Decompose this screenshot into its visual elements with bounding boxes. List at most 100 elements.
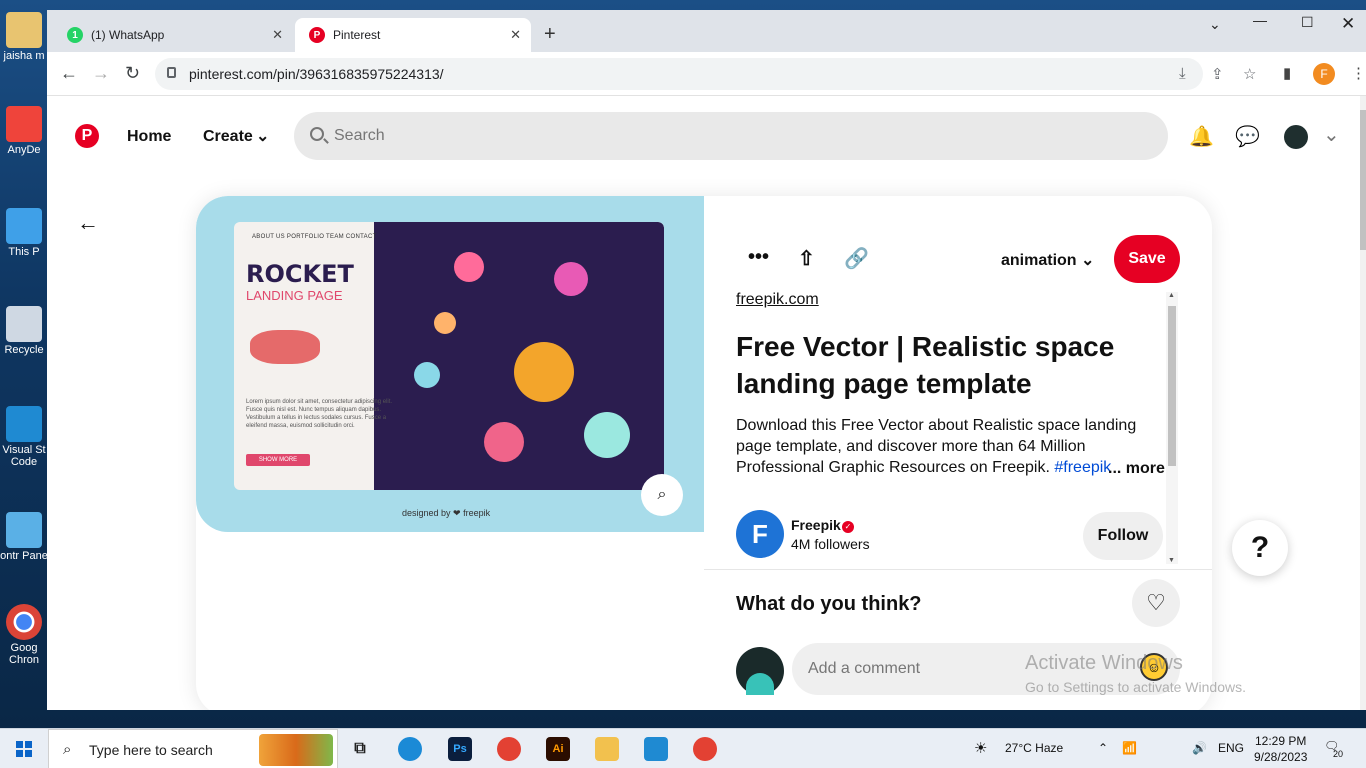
anydesk-icon (6, 106, 42, 142)
chrome-icon[interactable] (497, 737, 521, 761)
address-bar[interactable]: pinterest.com/pin/396316835975224313/ ⤓ … (155, 58, 1256, 90)
clock-time: 12:29 PM (1255, 734, 1307, 748)
profile-avatar[interactable]: F (1313, 63, 1335, 85)
tab-label: (1) WhatsApp (91, 28, 165, 42)
mock-headline: ROCKET (246, 260, 354, 288)
creator-name[interactable]: Freepik (791, 517, 841, 533)
board-selector[interactable]: animation ⌄ (1001, 250, 1094, 270)
install-icon[interactable]: ⤓ (1179, 65, 1186, 82)
source-link[interactable]: freepik.com (736, 291, 819, 309)
divider (704, 569, 1212, 570)
weather-text[interactable]: 27°C Haze (1005, 741, 1063, 755)
pinterest-logo[interactable]: P (75, 124, 99, 148)
account-chevron-icon[interactable]: ⌄ (1323, 122, 1340, 147)
creator-logo[interactable]: F (736, 510, 784, 558)
page-scrollbar[interactable] (1360, 96, 1366, 710)
desktop-icon-label: Recycle (4, 344, 44, 356)
details-scrollbar[interactable]: ▲ ▼ (1166, 292, 1178, 564)
tab-search-icon[interactable]: ⌄ (1209, 16, 1221, 33)
windows-start-icon[interactable] (16, 741, 32, 757)
chrome-profile-icon[interactable] (693, 737, 717, 761)
notification-count: 20 (1333, 749, 1344, 759)
vscode-icon (6, 406, 42, 442)
activate-windows-watermark: Activate Windows Go to Settings to activ… (1025, 652, 1246, 695)
user-avatar[interactable] (1284, 125, 1308, 149)
close-window-button[interactable]: ✕ (1341, 14, 1355, 34)
weather-icon[interactable]: ☀ (974, 739, 987, 757)
vscode-icon[interactable] (644, 737, 668, 761)
notifications-bell-icon[interactable]: 🔔 (1189, 124, 1214, 149)
desktop-icon-label: This P (8, 246, 40, 258)
tab-whatsapp[interactable]: 1 (1) WhatsApp ✕ (53, 18, 293, 52)
comments-heading: What do you think? (736, 593, 922, 615)
desktop-icon-label: ontr Pane (0, 550, 48, 562)
pin-card: ABOUT US PORTFOLIO TEAM CONTACT ROCKET L… (196, 196, 1212, 710)
edge-icon[interactable] (398, 737, 422, 761)
desktop-icon-recycle-bin[interactable]: Recycle (0, 306, 48, 356)
recycle-bin-icon (6, 306, 42, 342)
hashtag-link[interactable]: #freepik (1054, 459, 1111, 476)
tray-chevron-icon[interactable]: ⌃ (1098, 741, 1108, 755)
volume-icon[interactable]: 🔊 (1192, 741, 1207, 755)
task-view-icon[interactable]: ⧉ (348, 737, 372, 761)
reload-button[interactable]: ↻ (125, 63, 140, 83)
follow-button[interactable]: Follow (1083, 512, 1163, 560)
commenter-avatar (736, 647, 784, 695)
network-icon[interactable]: 📶 (1122, 741, 1137, 755)
mock-lorem: Lorem ipsum dolor sit amet, consectetur … (246, 399, 393, 429)
more-link[interactable]: ... more (1108, 460, 1165, 478)
rocket-illustration (250, 330, 320, 364)
new-tab-button[interactable]: + (544, 24, 556, 44)
chevron-down-icon[interactable]: ⌄ (256, 126, 269, 146)
clock[interactable]: 12:29 PM 9/28/2023 (1254, 733, 1307, 765)
creator-followers: 4M followers (791, 536, 870, 552)
photoshop-icon[interactable]: Ps (448, 737, 472, 761)
search-bar[interactable]: Search (294, 112, 1168, 160)
close-tab-icon[interactable]: ✕ (272, 27, 283, 43)
desktop-icon-control-panel[interactable]: ontr Pane (0, 512, 48, 562)
side-panel-icon[interactable]: ▮ (1283, 64, 1291, 82)
pinterest-favicon-icon: P (309, 27, 325, 43)
more-options-icon[interactable]: ••• (748, 246, 769, 269)
desktop-icon-this-pc[interactable]: This P (0, 208, 48, 258)
taskbar-search[interactable]: ⌕ Type here to search (48, 729, 338, 768)
link-icon[interactable]: 🔗 (844, 246, 869, 271)
browser-toolbar: ← → ↻ pinterest.com/pin/3963168359752243… (47, 52, 1366, 96)
search-highlight-image (259, 734, 333, 766)
visual-search-icon[interactable]: ⌕ (641, 474, 683, 516)
save-button[interactable]: Save (1114, 235, 1180, 283)
language-indicator[interactable]: ENG (1218, 741, 1244, 755)
tab-pinterest[interactable]: P Pinterest ✕ (295, 18, 531, 52)
mock-subheadline: LANDING PAGE (246, 288, 343, 303)
desktop-icon-chrome[interactable]: Goog Chron (0, 604, 48, 666)
back-button[interactable]: ← (60, 63, 78, 83)
desktop-icon-user-folder[interactable]: jaisha m (0, 12, 48, 62)
close-tab-icon[interactable]: ✕ (510, 27, 521, 43)
messages-icon[interactable]: 💬 (1235, 124, 1260, 149)
file-explorer-icon[interactable] (595, 737, 619, 761)
tab-strip: 1 (1) WhatsApp ✕ P Pinterest ✕ + ⌄ — ☐ ✕ (47, 10, 1366, 52)
forward-button[interactable]: → (92, 63, 110, 83)
share-icon[interactable]: ⇧ (798, 246, 815, 271)
desktop-icon-label: jaisha m (3, 50, 45, 62)
maximize-button[interactable]: ☐ (1301, 14, 1314, 31)
space-illustration (374, 222, 664, 490)
url-text[interactable]: pinterest.com/pin/396316835975224313/ (189, 66, 444, 82)
nav-home[interactable]: Home (127, 128, 171, 146)
share-icon[interactable]: ⇪ (1211, 65, 1224, 83)
chrome-icon (6, 604, 42, 640)
menu-kebab-icon[interactable]: ⋮ (1351, 64, 1366, 82)
pin-image[interactable]: ABOUT US PORTFOLIO TEAM CONTACT ROCKET L… (196, 196, 704, 532)
comment-placeholder: Add a comment (808, 660, 921, 677)
heart-icon[interactable]: ♡ (1132, 579, 1180, 627)
illustrator-icon[interactable]: Ai (546, 737, 570, 761)
desktop-icon-anydesk[interactable]: AnyDe (0, 106, 48, 156)
bookmark-star-icon[interactable]: ☆ (1243, 65, 1256, 83)
nav-create[interactable]: Create (203, 128, 253, 146)
desktop-icon-vscode[interactable]: Visual St Code (0, 406, 48, 468)
help-button[interactable]: ? (1232, 520, 1288, 576)
minimize-button[interactable]: — (1253, 12, 1267, 28)
back-arrow-icon[interactable]: ← (77, 210, 99, 236)
search-icon: ⌕ (63, 741, 72, 758)
tab-label: Pinterest (333, 28, 381, 42)
